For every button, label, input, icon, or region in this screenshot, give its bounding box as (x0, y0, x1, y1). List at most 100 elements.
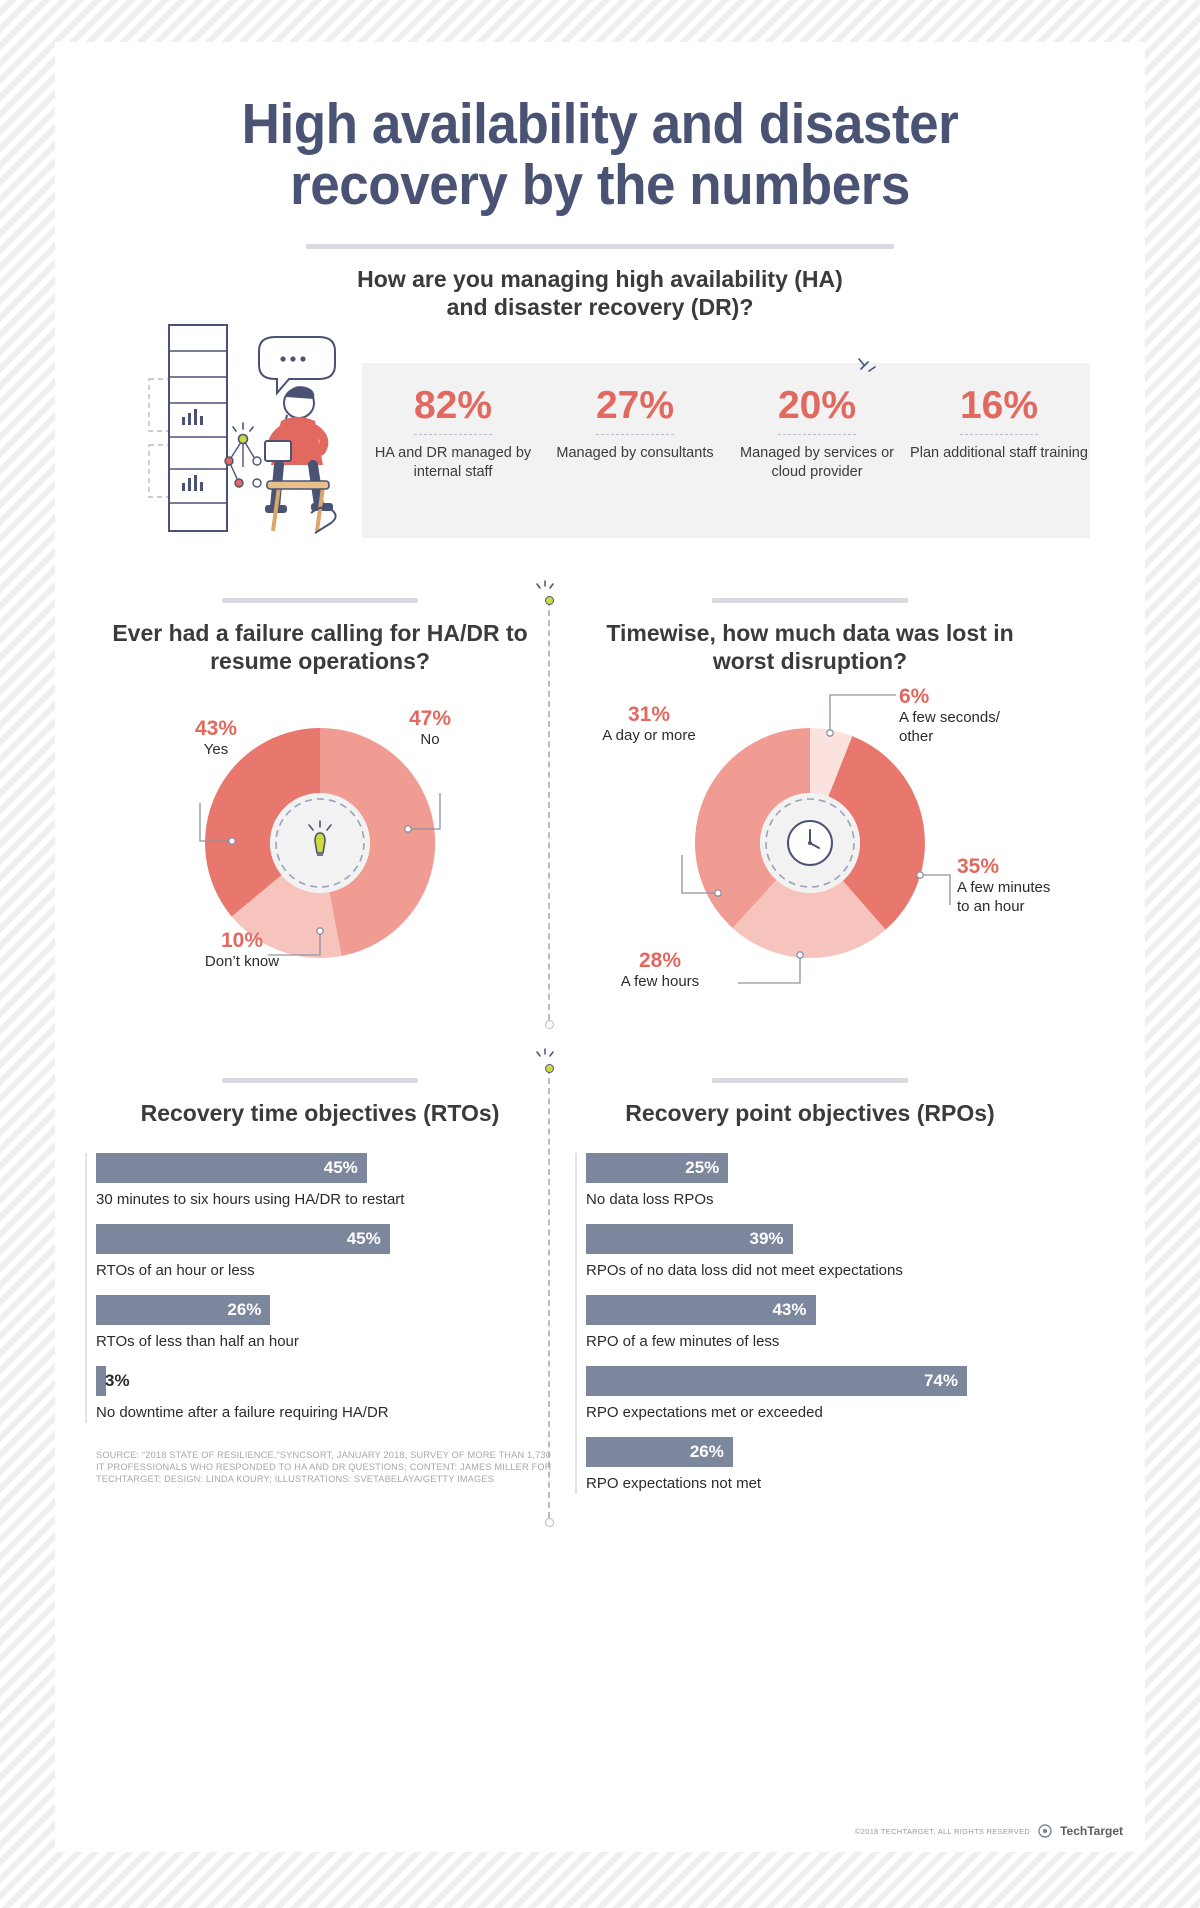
bar-fill: 74% (586, 1366, 967, 1396)
page-title: High availability and disaster recovery … (241, 92, 959, 217)
stat-value: 20% (777, 384, 857, 427)
callout-no: 47% No (385, 707, 475, 749)
callout-label: A few minutes to an hour (957, 879, 1051, 915)
bar-label: RPO expectations met or exceeded (586, 1404, 823, 1421)
callout-label: Yes (203, 741, 229, 758)
donut-chart-failure (199, 727, 441, 959)
stat-value: 82% (413, 384, 493, 427)
techtarget-wordmark: TechTarget (1060, 1824, 1123, 1838)
rto-bar-list: 45% 30 minutes to six hours using HA/DR … (85, 1153, 555, 1423)
callout-label: A few seconds/ other (899, 709, 1000, 745)
clock-icon (787, 820, 833, 866)
spark-decoration-icon (858, 358, 876, 372)
divider-bottom-dot (545, 1518, 554, 1527)
stat-divider (414, 434, 492, 435)
section-managing-ha-dr: How are you managing high availability (… (55, 244, 1145, 321)
section-heading-failure: Ever had a failure calling for HA/DR to … (112, 620, 528, 674)
bar-item: 26% RTOs of less than half an hour (96, 1295, 555, 1352)
bar-fill: 25% (586, 1153, 729, 1183)
callout-value: 31% (627, 703, 671, 726)
techtarget-logo-icon (1038, 1824, 1052, 1838)
rpo-bar-list: 25% No data loss RPOs 39% RPOs of no dat… (575, 1153, 1045, 1494)
chart-rpo: Recovery point objectives (RPOs) 25% No … (575, 1078, 1045, 1508)
bar-item: 3% No downtime after a failure requiring… (96, 1366, 555, 1423)
bar-value: 45% (323, 1158, 358, 1177)
chart-failure-donut: Ever had a failure calling for HA/DR to … (85, 598, 555, 1023)
stat-divider (778, 434, 856, 435)
bar-fill: 39% (586, 1224, 793, 1254)
stat-band: 82% HA and DR managed by internal staff … (362, 363, 1090, 538)
bar-value: 26% (227, 1300, 262, 1319)
stat-value: 27% (595, 384, 675, 427)
bar-fill: 26% (586, 1437, 733, 1467)
section-rule (222, 598, 418, 603)
bar-fill: 45% (96, 1224, 390, 1254)
callout-minutes-to-hour: 35% A few minutes to an hour (957, 855, 1053, 916)
stat-label: Managed by consultants (556, 445, 714, 461)
section-rule (306, 244, 894, 249)
bar-value: 45% (346, 1229, 381, 1248)
bar-item: 74% RPO expectations met or exceeded (586, 1366, 1045, 1423)
footer: ©2018 TECHTARGET, ALL RIGHTS RESERVED Te… (855, 1824, 1123, 1838)
bar-fill: 45% (96, 1153, 367, 1183)
stat-card-0: 82% HA and DR managed by internal staff (362, 363, 544, 538)
bar-fill: 26% (96, 1295, 271, 1325)
bar-value: 43% (772, 1300, 807, 1319)
bar-value: 26% (689, 1442, 724, 1461)
stat-card-1: 27% Managed by consultants (544, 363, 726, 538)
callout-label: A day or more (602, 727, 696, 744)
callout-yes: 43% Yes (171, 717, 261, 759)
callout-label: A few hours (620, 973, 700, 990)
copyright-text: ©2018 TECHTARGET, ALL RIGHTS RESERVED (854, 1826, 1031, 1836)
donut-charts-row: Ever had a failure calling for HA/DR to … (55, 580, 1145, 1068)
callout-label: Don’t know (204, 953, 280, 970)
section-rule (222, 1078, 418, 1083)
section-heading-rpo: Recovery point objectives (RPOs) (625, 1100, 995, 1126)
callout-dont-know: 10% Don’t know (177, 929, 307, 971)
stat-divider (960, 434, 1038, 435)
callout-label: No (420, 731, 440, 748)
section-heading-rto: Recovery time objectives (RTOs) (140, 1100, 500, 1126)
divider-top-dot (545, 1064, 554, 1073)
callout-day-or-more: 31% A day or more (589, 703, 709, 745)
bar-charts-row: Recovery time objectives (RTOs) 45% 30 m… (55, 1048, 1145, 1548)
illustration-admin-with-servers (148, 324, 337, 534)
stat-divider (596, 434, 674, 435)
infographic-page: High availability and disaster recovery … (55, 42, 1145, 1852)
section-rule (712, 598, 908, 603)
spark-icon (536, 580, 554, 589)
stat-label: Managed by services or cloud provider (740, 445, 894, 480)
callout-value: 43% (194, 717, 238, 740)
section-rule (712, 1078, 908, 1083)
bar-value: 3% (105, 1371, 130, 1390)
bar-label: RTOs of an hour or less (96, 1262, 255, 1279)
callout-value: 35% (957, 855, 1000, 878)
stat-card-2: 20% Managed by services or cloud provide… (726, 363, 908, 538)
chart-rto: Recovery time objectives (RTOs) 45% 30 m… (85, 1078, 555, 1485)
bar-item: 25% No data loss RPOs (586, 1153, 1045, 1210)
bar-label: RTOs of less than half an hour (96, 1333, 299, 1350)
bar-fill: 43% (586, 1295, 816, 1325)
callout-value: 10% (220, 929, 264, 952)
spark-icon (536, 1048, 554, 1057)
callout-value: 28% (638, 949, 682, 972)
stat-value: 16% (959, 384, 1039, 427)
bar-value: 25% (685, 1158, 720, 1177)
callout-value: 6% (899, 685, 930, 708)
bar-fill: 3% (96, 1366, 130, 1396)
bar-item: 45% 30 minutes to six hours using HA/DR … (96, 1153, 555, 1210)
bar-item: 43% RPO of a few minutes of less (586, 1295, 1045, 1352)
bar-label: RPO of a few minutes of less (586, 1333, 780, 1350)
bar-label: No downtime after a failure requiring HA… (96, 1404, 389, 1421)
bar-value: 74% (923, 1371, 958, 1390)
callout-value: 47% (408, 707, 452, 730)
bar-label: RPOs of no data loss did not meet expect… (586, 1262, 903, 1279)
stat-label: Plan additional staff training (910, 445, 1088, 461)
source-note: SOURCE: “2018 STATE OF RESILIENCE,”SYNCS… (96, 1450, 552, 1484)
bar-item: 26% RPO expectations not met (586, 1437, 1045, 1494)
bar-value: 39% (749, 1229, 784, 1248)
chart-dataloss-donut: Timewise, how much data was lost in wors… (575, 598, 1050, 1023)
section-heading-dataloss: Timewise, how much data was lost in wors… (606, 620, 1014, 674)
bar-item: 45% RTOs of an hour or less (96, 1224, 555, 1281)
callout-few-hours: 28% A few hours (585, 949, 735, 991)
